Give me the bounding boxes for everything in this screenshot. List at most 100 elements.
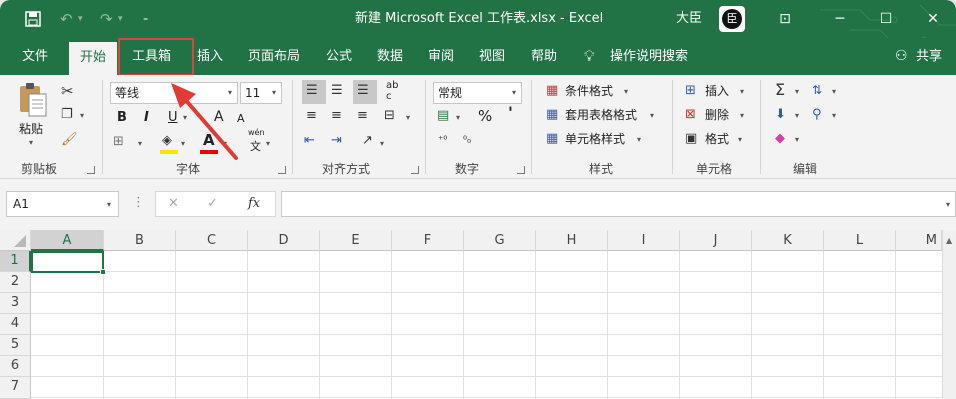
delete-cells-button[interactable]: 删除	[705, 106, 729, 124]
column-header-i[interactable]: I	[608, 230, 680, 251]
column-header-a[interactable]: A	[31, 230, 104, 251]
row-header-5[interactable]: 5	[0, 335, 31, 356]
minimize-button[interactable]: ─	[817, 0, 863, 38]
number-format-select[interactable]: 常规	[433, 82, 522, 104]
row-header-2[interactable]: 2	[0, 272, 31, 293]
tab-data[interactable]: 数据	[377, 38, 403, 75]
paste-icon[interactable]	[17, 82, 49, 118]
format-as-table-button[interactable]: 套用表格格式	[565, 106, 637, 124]
grow-font-button[interactable]: A	[214, 108, 224, 126]
format-as-table-icon[interactable]: ▦	[546, 106, 558, 124]
expand-formula-bar-icon[interactable]: ▾	[946, 200, 950, 209]
insert-cells-button[interactable]: 插入	[705, 82, 729, 100]
shrink-font-button[interactable]: A	[237, 110, 245, 128]
avatar[interactable]: 臣	[719, 6, 745, 32]
formula-bar-more-icon[interactable]: ⋮	[132, 194, 145, 212]
clear-icon[interactable]: ◆	[775, 130, 785, 148]
paste-button[interactable]: 粘贴	[19, 120, 43, 138]
user-name[interactable]: 大臣	[676, 0, 702, 38]
align-right-icon[interactable]: ≡	[357, 107, 368, 125]
active-cell-a1[interactable]	[31, 251, 104, 273]
column-header-j[interactable]: J	[680, 230, 752, 251]
column-header-d[interactable]: D	[248, 230, 320, 251]
clipboard-launcher-icon[interactable]	[87, 166, 95, 174]
merge-center-icon[interactable]: ⊟	[384, 107, 395, 125]
share-button[interactable]: 共享	[916, 38, 942, 75]
autosum-icon[interactable]: Σ	[775, 81, 785, 99]
font-color-button[interactable]: A	[203, 131, 215, 149]
enter-icon[interactable]: ✓	[207, 195, 218, 213]
merge-dropdown-icon[interactable]: ▾	[406, 113, 410, 122]
decrease-indent-icon[interactable]: ⇤	[304, 132, 315, 150]
increase-indent-icon[interactable]: ⇥	[331, 132, 342, 150]
tab-formulas[interactable]: 公式	[326, 38, 352, 75]
insert-function-button[interactable]: fx	[248, 195, 260, 213]
column-header-e[interactable]: E	[320, 230, 392, 251]
accounting-dropdown-icon[interactable]: ▾	[456, 113, 460, 122]
sort-filter-icon[interactable]: ⇅	[812, 81, 822, 99]
comma-style-button[interactable]: '	[508, 104, 513, 122]
find-select-dropdown-icon[interactable]: ▾	[832, 111, 836, 120]
italic-button[interactable]: I	[144, 109, 149, 127]
sort-filter-dropdown-icon[interactable]: ▾	[832, 87, 836, 96]
restore-button[interactable]: ☐	[863, 0, 909, 38]
scroll-up-icon[interactable]: ▲	[946, 236, 952, 245]
increase-decimal-icon[interactable]: ⁺⁰	[438, 132, 447, 150]
cancel-icon[interactable]: ✕	[168, 195, 179, 213]
select-all-corner[interactable]	[0, 230, 31, 251]
format-cells-dropdown-icon[interactable]: ▾	[738, 135, 742, 144]
copy-dropdown-icon[interactable]: ▾	[80, 111, 84, 120]
ribbon-display-options-button[interactable]: ⊡	[762, 0, 808, 38]
underline-button[interactable]: U	[168, 109, 178, 127]
tab-review[interactable]: 审阅	[428, 38, 454, 75]
worksheet-grid[interactable]: A B C D E F G H I J K L M 1 2 3 4 5 6 7	[0, 230, 956, 399]
number-format-dropdown-icon[interactable]: ▾	[512, 88, 516, 97]
conditional-formatting-icon[interactable]: ▦	[546, 82, 558, 100]
delete-cells-icon[interactable]: ⊠	[685, 106, 696, 124]
alignment-launcher-icon[interactable]	[411, 166, 419, 174]
tab-file[interactable]: 文件	[22, 38, 48, 75]
name-box[interactable]: A1	[6, 191, 119, 217]
cell-styles-button[interactable]: 单元格样式	[565, 130, 625, 148]
border-dropdown-icon[interactable]: ▾	[138, 139, 142, 148]
column-header-g[interactable]: G	[464, 230, 536, 251]
tab-insert[interactable]: 插入	[197, 38, 223, 75]
underline-dropdown-icon[interactable]: ▾	[183, 113, 187, 122]
fill-icon[interactable]: ⬇	[775, 106, 786, 124]
clear-dropdown-icon[interactable]: ▾	[795, 135, 799, 144]
tell-me-search[interactable]: 操作说明搜索	[610, 38, 688, 75]
tab-home[interactable]: 开始	[69, 42, 118, 75]
column-header-c[interactable]: C	[176, 230, 248, 251]
tab-help[interactable]: 帮助	[531, 38, 557, 75]
font-launcher-icon[interactable]	[278, 166, 286, 174]
copy-icon[interactable]: ❐	[61, 106, 73, 124]
font-color-dropdown-icon[interactable]: ▾	[223, 139, 227, 148]
insert-cells-icon[interactable]: ⊞	[685, 82, 696, 100]
font-name-dropdown-icon[interactable]: ▾	[228, 88, 232, 97]
row-header-4[interactable]: 4	[0, 314, 31, 335]
cell-styles-dropdown-icon[interactable]: ▾	[637, 135, 641, 144]
column-header-m[interactable]: M	[896, 230, 942, 251]
column-header-f[interactable]: F	[392, 230, 464, 251]
conditional-formatting-button[interactable]: 条件格式	[565, 82, 613, 100]
column-header-h[interactable]: H	[536, 230, 608, 251]
row-header-3[interactable]: 3	[0, 293, 31, 314]
font-name-select[interactable]: 等线	[110, 82, 238, 104]
fill-dropdown-icon[interactable]: ▾	[795, 111, 799, 120]
align-bottom-icon[interactable]: ☰	[357, 82, 369, 100]
font-size-dropdown-icon[interactable]: ▾	[272, 88, 276, 97]
save-icon[interactable]	[25, 0, 41, 38]
phonetic-guide-button[interactable]: 文	[250, 138, 261, 156]
cell-styles-icon[interactable]: ▦	[546, 130, 558, 148]
conditional-formatting-dropdown-icon[interactable]: ▾	[624, 87, 628, 96]
customize-quick-access-icon[interactable]: ₌	[143, 0, 148, 38]
find-select-icon[interactable]: ⚲	[812, 106, 822, 124]
fill-color-icon[interactable]: ◈	[162, 132, 172, 150]
tab-page-layout[interactable]: 页面布局	[248, 38, 300, 75]
column-header-b[interactable]: B	[104, 230, 176, 251]
paste-dropdown-icon[interactable]: ▾	[29, 138, 33, 147]
row-header-1[interactable]: 1	[0, 251, 31, 272]
bold-button[interactable]: B	[117, 109, 127, 127]
undo-icon[interactable]: ↶	[60, 0, 73, 38]
align-center-icon[interactable]: ≡	[331, 107, 342, 125]
